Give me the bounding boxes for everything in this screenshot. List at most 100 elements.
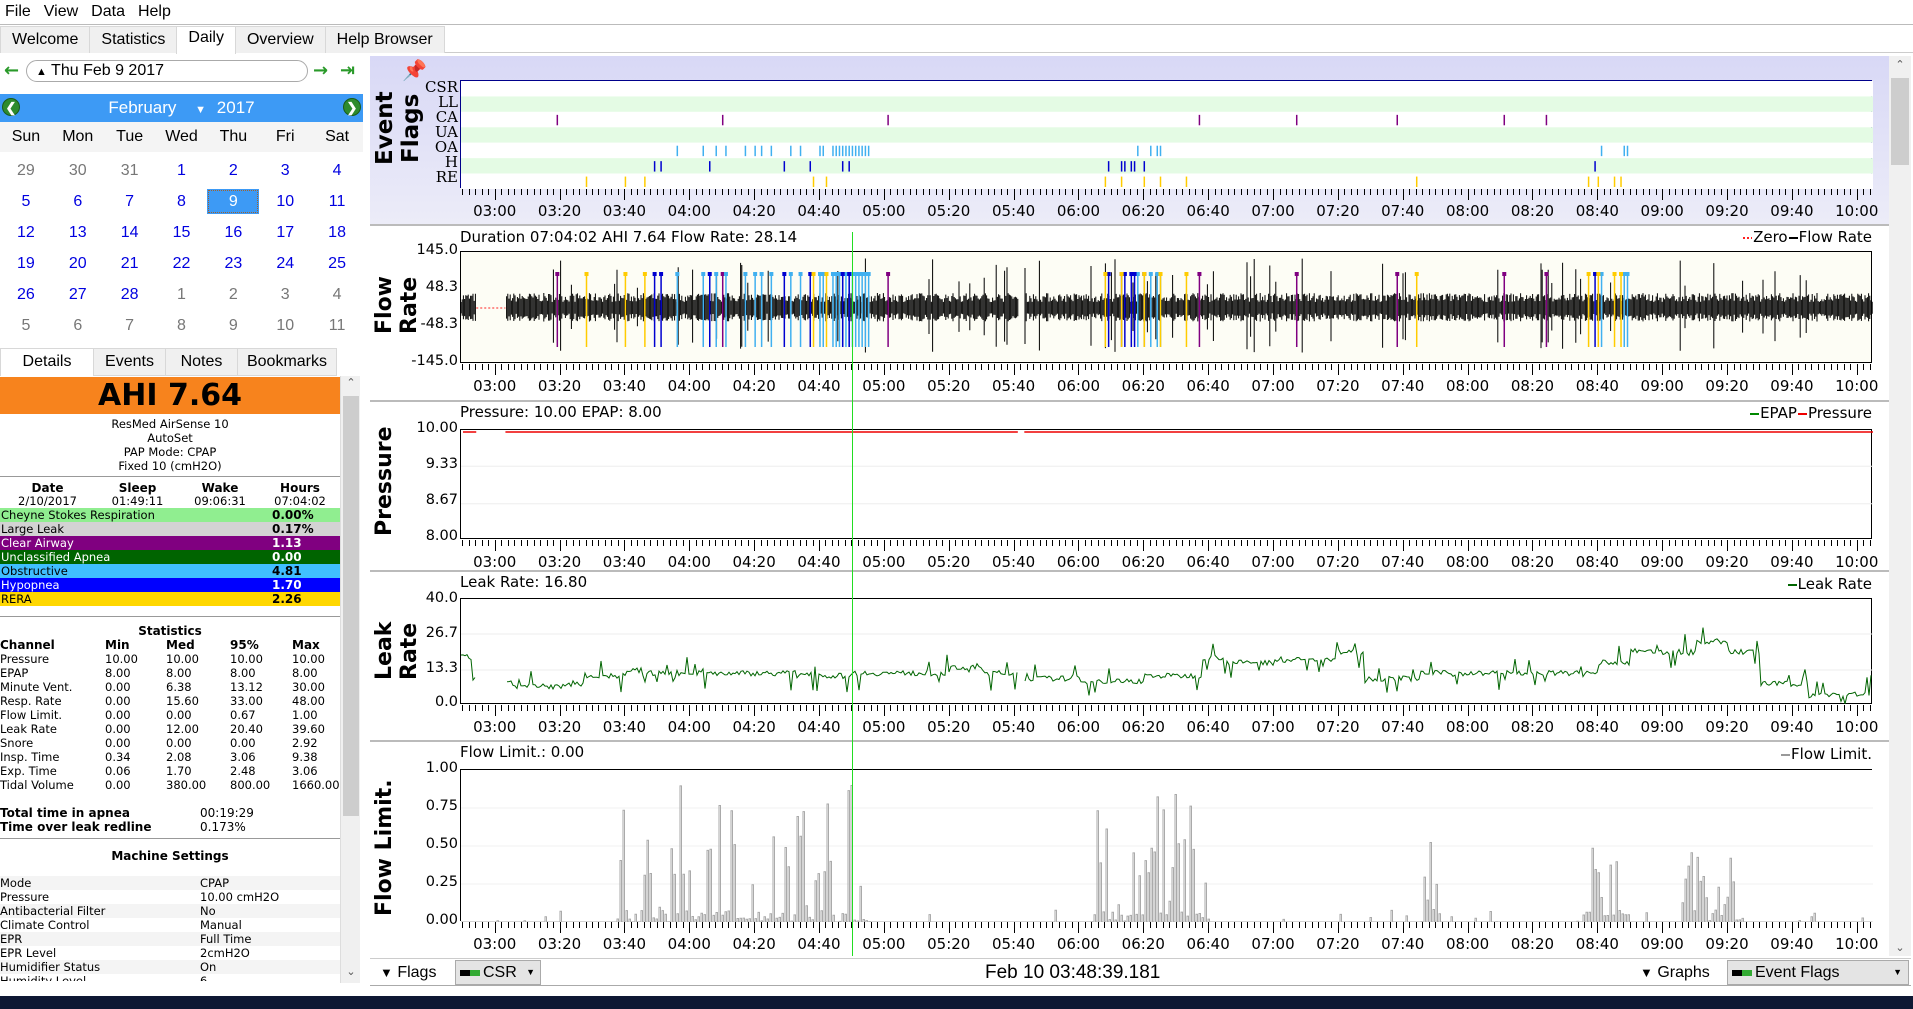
calendar-day[interactable]: 3 <box>259 279 311 310</box>
tab-events[interactable]: Events <box>93 348 166 376</box>
scroll-up-icon[interactable]: ⌃ <box>1889 58 1911 71</box>
calendar-day[interactable]: 5 <box>0 186 52 217</box>
scroll-down-icon[interactable]: ⌄ <box>1889 941 1911 954</box>
prev-month-icon[interactable]: ❮ <box>2 98 20 116</box>
tab-bookmarks[interactable]: Bookmarks <box>237 348 337 376</box>
calendar-day[interactable]: 31 <box>104 155 156 186</box>
menu-data[interactable]: Data <box>86 3 133 21</box>
calendar-day[interactable]: 29 <box>0 155 52 186</box>
time-cursor[interactable] <box>852 232 854 956</box>
details-scrollbar[interactable]: ⌃ ⌄ <box>340 376 360 983</box>
menu-help[interactable]: Help <box>133 3 179 21</box>
event-index-row[interactable]: Clear Airway 1.13 <box>0 536 340 550</box>
calendar-day[interactable]: 12 <box>0 217 52 248</box>
legend-swatch <box>1781 753 1791 756</box>
scrollbar-thumb[interactable] <box>343 396 359 816</box>
tab-welcome[interactable]: Welcome <box>0 26 91 53</box>
calendar-day[interactable]: 6 <box>52 186 104 217</box>
calendar-day[interactable]: 24 <box>259 248 311 279</box>
calendar-day[interactable]: 2 <box>207 155 259 186</box>
y-tick-label: 9.33 <box>425 456 458 472</box>
event-flags-plot[interactable] <box>460 80 1873 189</box>
x-tick <box>708 189 710 195</box>
calendar-day[interactable]: 21 <box>104 248 156 279</box>
event-index-row[interactable]: Cheyne Stokes Respiration 0.00% <box>0 508 340 522</box>
next-month-icon[interactable]: ❯ <box>343 98 361 116</box>
tab-daily[interactable]: Daily <box>176 26 236 54</box>
flow-limit-plot[interactable] <box>460 769 1873 922</box>
calendar-day[interactable]: 7 <box>104 310 156 341</box>
arrow-right-icon[interactable]: → <box>313 60 328 81</box>
date-picker[interactable]: ▲ Thu Feb 9 2017 <box>26 60 308 82</box>
calendar-day[interactable]: 7 <box>104 186 156 217</box>
calendar-day[interactable]: 15 <box>156 217 208 248</box>
calendar-day[interactable]: 11 <box>311 310 363 341</box>
pressure-plot[interactable] <box>460 429 1873 539</box>
scroll-up-icon[interactable]: ⌃ <box>341 376 361 394</box>
graphs-menu-button[interactable]: ▼ Graphs <box>1640 961 1710 985</box>
scroll-down-icon[interactable]: ⌄ <box>341 965 361 983</box>
x-tick-label: 08:40 <box>1575 553 1619 571</box>
x-tick <box>1668 540 1670 546</box>
event-index-row[interactable]: Obstructive 4.81 <box>0 564 340 578</box>
calendar-day[interactable]: 2 <box>207 279 259 310</box>
calendar-day[interactable]: 27 <box>52 279 104 310</box>
tab-help-browser[interactable]: Help Browser <box>324 26 445 53</box>
chevron-down-icon[interactable]: ▼ <box>195 104 206 116</box>
calendar-day[interactable]: 14 <box>104 217 156 248</box>
calendar-day[interactable]: 8 <box>156 186 208 217</box>
calendar-day[interactable]: 8 <box>156 310 208 341</box>
menu-view[interactable]: View <box>39 3 86 21</box>
calendar-day[interactable]: 5 <box>0 310 52 341</box>
tab-notes[interactable]: Notes <box>165 348 238 376</box>
calendar-day[interactable]: 1 <box>156 155 208 186</box>
flags-menu-button[interactable]: ▼ Flags <box>380 961 436 985</box>
arrow-end-icon[interactable]: ⇥ <box>340 60 355 81</box>
flow-rate-plot[interactable] <box>460 251 1873 363</box>
calendar-day[interactable]: 30 <box>52 155 104 186</box>
calendar-day[interactable]: 1 <box>156 279 208 310</box>
event-index-row[interactable]: Unclassified Apnea 0.00 <box>0 550 340 564</box>
calendar-day[interactable]: 6 <box>52 310 104 341</box>
pin-icon[interactable]: 📌 <box>402 58 427 82</box>
tab-statistics[interactable]: Statistics <box>89 26 178 53</box>
x-tick <box>981 540 983 546</box>
event-index-row[interactable]: Large Leak 0.17% <box>0 522 340 536</box>
calendar-day[interactable]: 26 <box>0 279 52 310</box>
graphs-scrollbar[interactable]: ⌃ ⌄ <box>1889 56 1911 956</box>
event-index-row[interactable]: RERA 2.26 <box>0 592 340 606</box>
scrollbar-thumb[interactable] <box>1891 78 1909 165</box>
calendar-day[interactable]: 4 <box>311 155 363 186</box>
tab-overview[interactable]: Overview <box>234 26 326 53</box>
calendar-month[interactable]: February <box>108 98 176 117</box>
arrow-left-icon[interactable]: ← <box>4 60 19 81</box>
calendar-day[interactable]: 19 <box>0 248 52 279</box>
calendar-day[interactable]: 20 <box>52 248 104 279</box>
calendar-day[interactable]: 10 <box>259 310 311 341</box>
calendar-day[interactable]: 9 <box>207 310 259 341</box>
event-index-row[interactable]: Hypopnea 1.70 <box>0 578 340 592</box>
calendar-day[interactable]: 28 <box>104 279 156 310</box>
calendar-day[interactable]: 13 <box>52 217 104 248</box>
calendar-day[interactable]: 22 <box>156 248 208 279</box>
flags-combo[interactable]: CSR ▼ <box>455 960 541 985</box>
calendar-day[interactable]: 11 <box>311 186 363 217</box>
calendar-day[interactable]: 16 <box>207 217 259 248</box>
calendar-year[interactable]: 2017 <box>217 98 255 117</box>
x-tick-label: 03:20 <box>537 377 582 395</box>
calendar-day[interactable]: 23 <box>207 248 259 279</box>
tab-details[interactable]: Details <box>0 348 94 376</box>
x-tick <box>1759 364 1761 370</box>
calendar-day[interactable]: 25 <box>311 248 363 279</box>
leak-rate-plot[interactable] <box>460 598 1873 705</box>
x-tick <box>1389 705 1391 711</box>
calendar-day[interactable]: 18 <box>311 217 363 248</box>
calendar-day[interactable]: 3 <box>259 155 311 186</box>
x-tick-label: 06:40 <box>1186 553 1230 571</box>
calendar-day-selected[interactable]: 9 <box>207 189 260 214</box>
calendar-day[interactable]: 17 <box>259 217 311 248</box>
calendar-day[interactable]: 4 <box>311 279 363 310</box>
menu-file[interactable]: File <box>0 3 39 21</box>
calendar-day[interactable]: 10 <box>259 186 311 217</box>
graphs-combo[interactable]: Event Flags ▼ <box>1727 960 1909 985</box>
